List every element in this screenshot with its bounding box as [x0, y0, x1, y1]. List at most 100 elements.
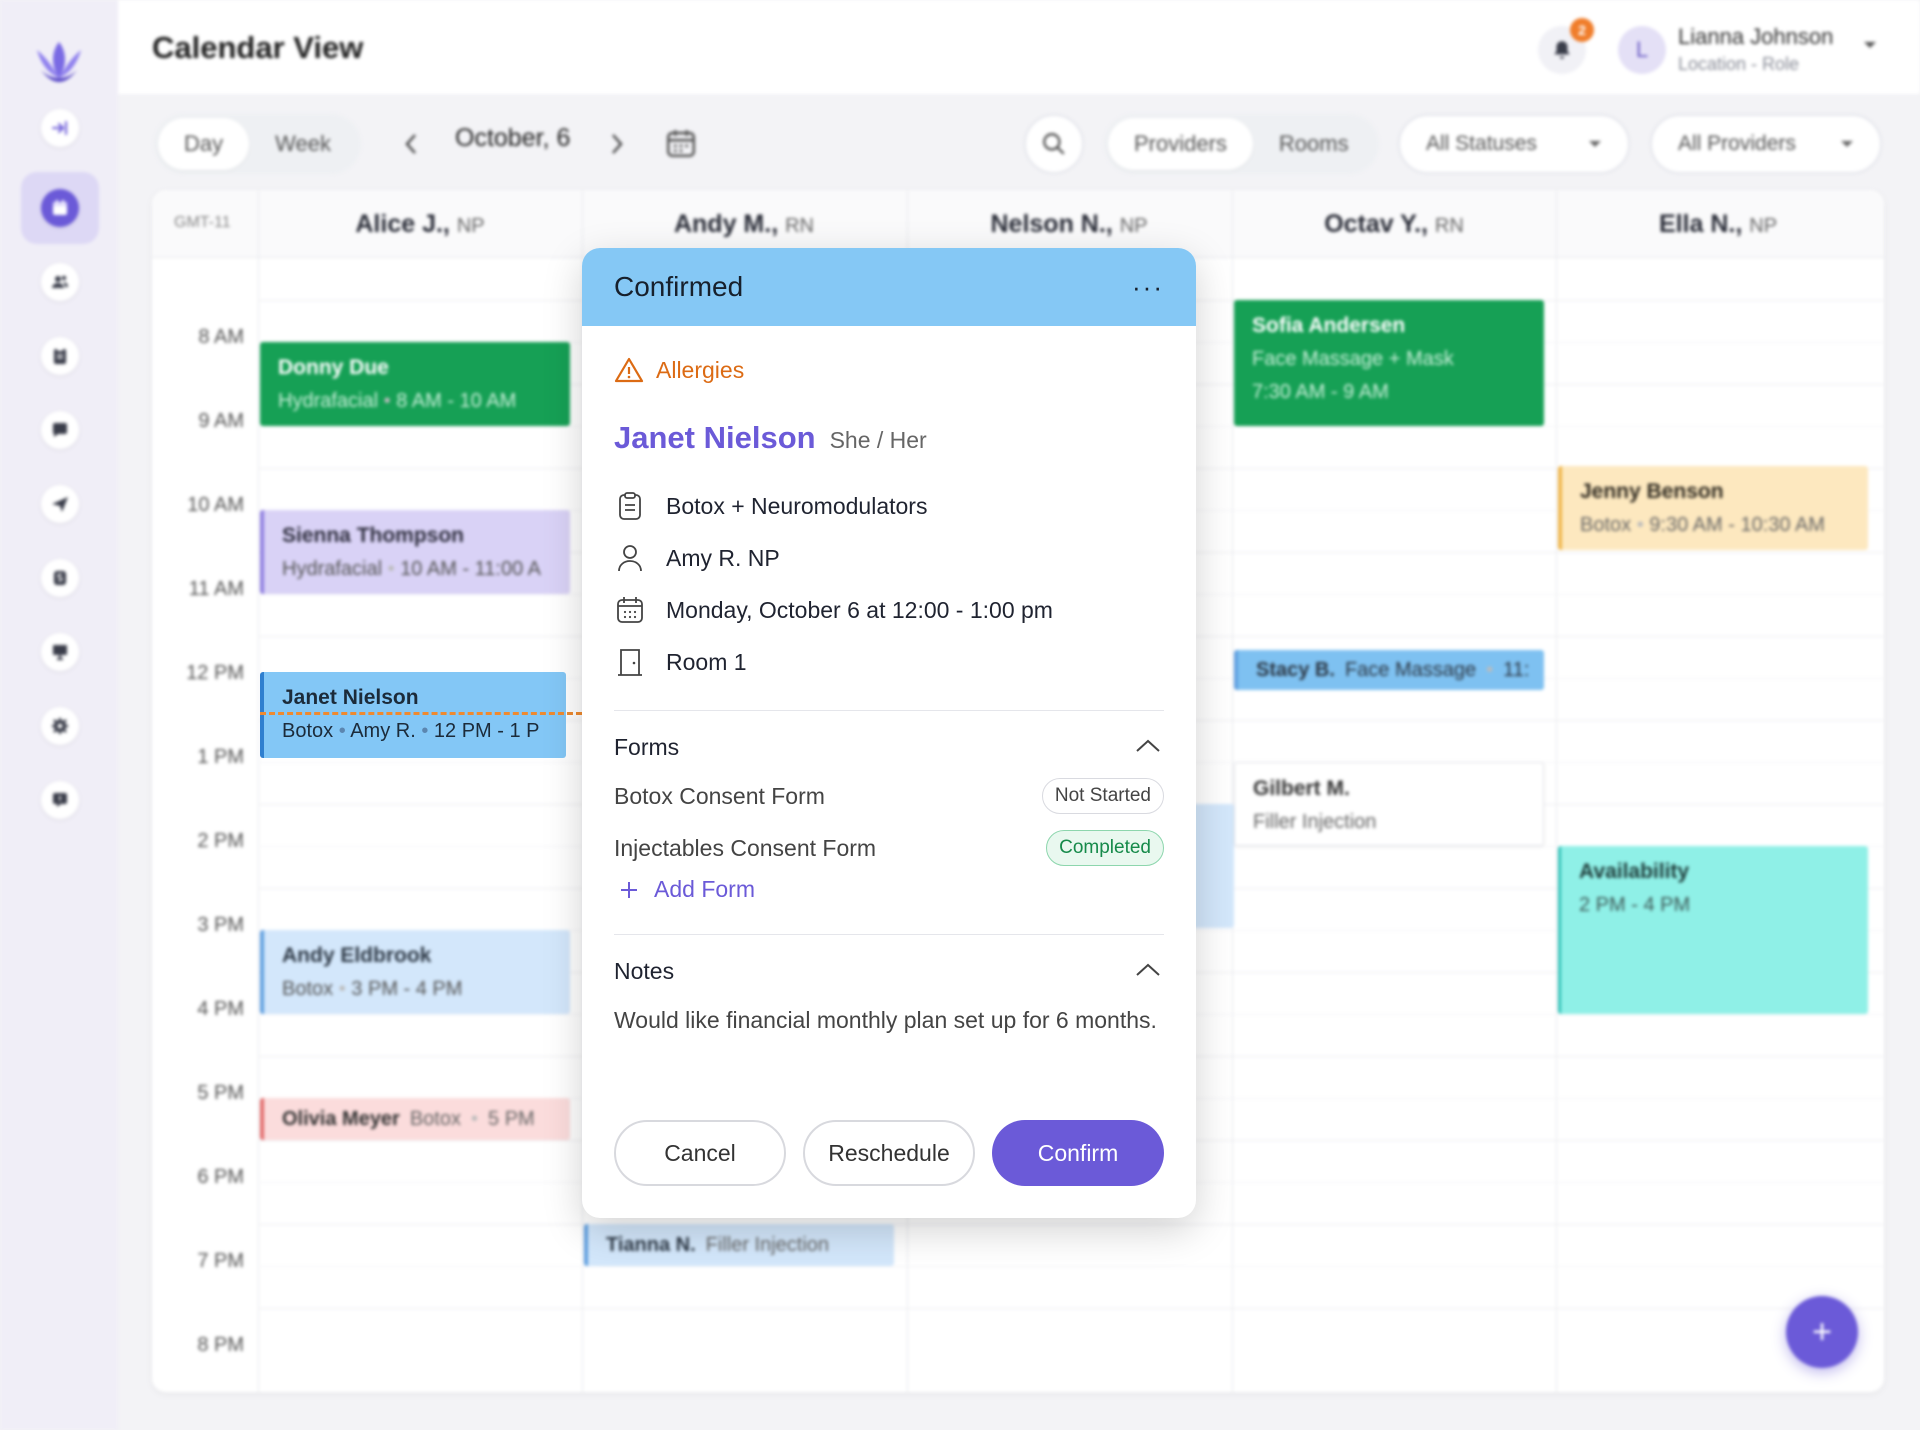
reschedule-button[interactable]: Reschedule — [803, 1120, 975, 1186]
selected-appointment-card[interactable]: Janet Nielson Botox • Amy R. • 12 PM - 1… — [260, 672, 566, 758]
resource-toggle: Providers Rooms — [1104, 114, 1379, 174]
collapse-sidebar-button[interactable] — [21, 92, 99, 164]
appointment-datetime: Monday, October 6 at 12:00 - 1:00 pm — [666, 596, 1053, 623]
chevron-up-icon[interactable] — [1134, 962, 1162, 978]
clipboard-icon — [619, 492, 641, 520]
patient-pronouns: She / Her — [829, 427, 927, 453]
time-label: 10 AM — [187, 494, 244, 516]
user-role: Location - Role — [1678, 54, 1800, 74]
sidebar-item-send[interactable] — [21, 468, 99, 540]
view-week-tab[interactable]: Week — [249, 118, 357, 170]
form-row[interactable]: Botox Consent Form Not Started — [614, 778, 1164, 814]
provider-filter-dropdown[interactable]: All Providers — [1650, 114, 1882, 174]
appointment-patient: Janet Nielson — [282, 686, 419, 709]
time-label: 1 PM — [197, 746, 244, 768]
time-label: 3 PM — [197, 914, 244, 936]
chevron-up-icon[interactable] — [1134, 738, 1162, 754]
appointment-card[interactable]: Andy Eldbrook Botox • 3 PM - 4 PM — [260, 930, 570, 1014]
appointment-time: 11: — [1503, 658, 1530, 681]
send-icon — [41, 485, 79, 523]
rooms-tab[interactable]: Rooms — [1253, 118, 1375, 170]
date-picker-calendar-icon[interactable] — [664, 126, 698, 160]
plus-icon — [621, 881, 637, 898]
form-status-badge: Not Started — [1041, 778, 1164, 814]
appointment-service: Filler Injection — [1253, 811, 1377, 833]
time-label: 4 PM — [197, 998, 244, 1020]
add-form-button[interactable]: Add Form — [618, 876, 755, 903]
next-date-button[interactable] — [602, 127, 632, 161]
users-icon — [41, 263, 79, 301]
form-row[interactable]: Injectables Consent Form Completed — [614, 830, 1164, 866]
status-filter-dropdown[interactable]: All Statuses — [1398, 114, 1630, 174]
dollar-icon — [41, 559, 79, 597]
availability-time: 2 PM - 4 PM — [1579, 894, 1691, 916]
status-filter-value: All Statuses — [1426, 132, 1537, 155]
appointment-card[interactable]: Sienna Thompson Hydrafacial • 10 AM - 11… — [260, 510, 570, 594]
time-label: 6 PM — [197, 1166, 244, 1188]
column-header-alice: Alice J., NP — [355, 210, 485, 238]
appointment-service: Filler Injection — [705, 1233, 830, 1256]
appointment-service: Hydrafacial — [282, 558, 383, 580]
time-label: 12 PM — [186, 662, 244, 684]
appointment-card[interactable]: Donny Due Hydrafacial • 8 AM - 10 AM — [260, 342, 570, 426]
appointment-service: Botox — [282, 978, 334, 1000]
current-date: October, 6 — [455, 124, 571, 152]
sidebar-item-chat[interactable] — [21, 394, 99, 466]
view-day-tab[interactable]: Day — [158, 118, 250, 170]
timezone-label: GMT-11 — [174, 214, 231, 231]
appointment-card[interactable]: Stacy B. Face Massage • 11: — [1234, 650, 1544, 690]
appointment-patient: Tianna N. — [606, 1233, 696, 1256]
avatar[interactable]: L — [1618, 26, 1666, 74]
chevron-down-icon — [1841, 140, 1853, 147]
appointment-patient: Donny Due — [278, 356, 389, 379]
treatment-name: Botox + Neuromodulators — [666, 492, 928, 519]
appointment-patient: Stacy B. — [1256, 658, 1335, 681]
more-options-icon[interactable]: ··· — [1132, 272, 1164, 303]
appointment-time: 3 PM - 4 PM — [351, 978, 463, 1000]
appointment-service: Face Massage + Mask — [1252, 348, 1454, 370]
availability-label: Availability — [1579, 860, 1690, 883]
sidebar-item-clipboard[interactable] — [21, 320, 99, 392]
provider-detail: Amy R. NP — [614, 542, 780, 574]
sidebar-item-presentation[interactable] — [21, 616, 99, 688]
add-appointment-button[interactable]: + — [1786, 1296, 1858, 1368]
calendar-icon — [41, 189, 79, 227]
column-header-nelson: Nelson N., NP — [990, 210, 1148, 238]
confirm-button[interactable]: Confirm — [992, 1120, 1164, 1186]
lotus-logo-icon — [37, 42, 81, 82]
sidebar-item-users[interactable] — [21, 246, 99, 318]
appointment-patient: Jenny Benson — [1580, 480, 1724, 503]
previous-date-button[interactable] — [396, 127, 426, 161]
user-icon — [618, 545, 642, 572]
calendar-icon — [617, 597, 643, 623]
add-form-label: Add Form — [654, 876, 755, 902]
appointment-card[interactable]: Jenny Benson Botox • 9:30 AM - 10:30 AM — [1558, 466, 1868, 550]
providers-tab[interactable]: Providers — [1108, 118, 1253, 170]
time-label: 7 PM — [197, 1250, 244, 1272]
hour-line — [258, 1224, 1884, 1225]
appointment-service: Face Massage — [1344, 658, 1477, 681]
provider-name: Amy R. NP — [666, 544, 780, 571]
sidebar-item-settings[interactable] — [21, 690, 99, 762]
appointment-patient: Andy Eldbrook — [282, 944, 432, 967]
column-header-octav: Octav Y., RN — [1324, 210, 1464, 238]
chevron-down-icon[interactable] — [1862, 40, 1878, 50]
appointment-card[interactable]: Olivia Meyer Botox • 5 PM — [260, 1098, 570, 1140]
sidebar-item-support[interactable] — [21, 764, 99, 836]
presentation-icon — [41, 633, 79, 671]
appointment-card[interactable]: Tianna N. Filler Injection — [584, 1224, 894, 1266]
patient-name-link[interactable]: Janet Nielson — [614, 420, 816, 456]
availability-block[interactable]: Availability 2 PM - 4 PM — [1558, 846, 1868, 1014]
cancel-button[interactable]: Cancel — [614, 1120, 786, 1186]
appointment-card[interactable]: Gilbert M. Filler Injection — [1234, 762, 1544, 846]
search-button[interactable] — [1024, 114, 1084, 174]
appointment-card[interactable]: Sofia Andersen Face Massage + Mask 7:30 … — [1234, 300, 1544, 426]
appointment-service: Botox — [1580, 514, 1632, 536]
form-name: Injectables Consent Form — [614, 834, 877, 861]
settings-icon — [41, 707, 79, 745]
sidebar-item-billing[interactable] — [21, 542, 99, 614]
appointment-detail-popup: Confirmed ··· Allergies Janet Nielson Sh… — [582, 248, 1196, 1218]
allergy-alert[interactable]: Allergies — [614, 356, 744, 384]
divider — [614, 710, 1164, 711]
sidebar-item-calendar[interactable] — [21, 172, 99, 244]
